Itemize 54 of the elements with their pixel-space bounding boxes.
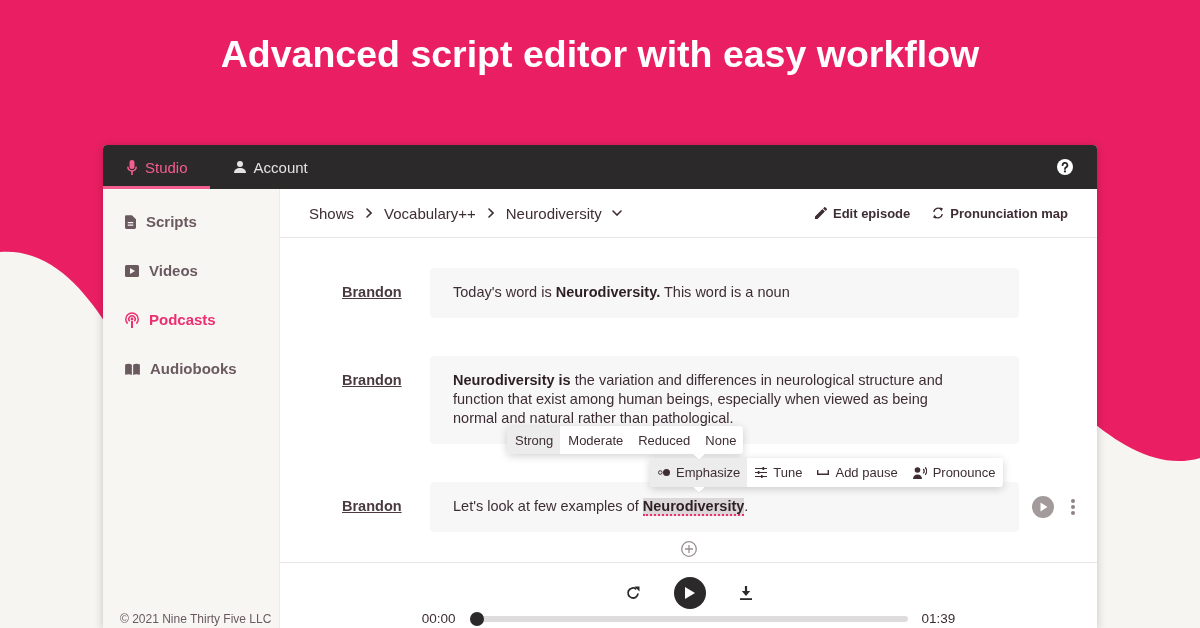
emphasis-level-option[interactable]: Reduced — [630, 426, 698, 454]
breadcrumb-link[interactable]: Vocabulary++ — [384, 204, 476, 222]
episode-action-button[interactable]: Pronunciation map — [932, 205, 1068, 221]
sidebar-item[interactable]: Audiobooks — [103, 344, 249, 393]
person-icon — [233, 161, 246, 173]
add-circle-icon[interactable] — [680, 541, 697, 557]
more-options-icon[interactable] — [1071, 499, 1075, 515]
emphasis-dots-icon — [658, 469, 670, 476]
video-icon — [125, 264, 139, 277]
script-block[interactable]: Let's look at few examples of Neurodiversity. — [430, 482, 1019, 532]
toolbar-button[interactable]: Pronounce — [904, 458, 1003, 487]
sliders-icon — [755, 467, 768, 478]
script-text[interactable]: Neurodiversity is the variation and differences in neurological structure and function that exist among human beings, especially when viewed as being normal and natural rather than pathological. — [453, 371, 964, 428]
sidebar-item[interactable]: Scripts — [103, 197, 209, 246]
script-block[interactable]: Today's word is Neurodiversity. This word is a noun — [430, 268, 1019, 318]
caret-down-icon[interactable] — [611, 210, 622, 216]
help-icon[interactable] — [1057, 159, 1073, 175]
refresh-icon[interactable] — [625, 586, 640, 600]
menu-pointer-icon — [693, 487, 705, 493]
duration: 01:39 — [921, 611, 956, 627]
nav-tab[interactable]: Account — [209, 145, 330, 189]
speaker-name[interactable]: Brandon — [342, 283, 402, 302]
episode-action-button[interactable]: Edit episode — [814, 205, 911, 221]
toolbar-button[interactable]: Add pause — [809, 458, 905, 487]
speaking-person-icon — [912, 466, 927, 479]
emphasis-level-option[interactable]: None — [697, 426, 744, 454]
script-text[interactable]: Let's look at few examples of Neurodiversity. — [453, 497, 964, 516]
pencil-icon — [814, 207, 827, 219]
speaker-name[interactable]: Brandon — [342, 497, 402, 516]
breadcrumb-link[interactable]: Shows — [309, 204, 355, 222]
breadcrumb-link[interactable]: Neurodiversity — [505, 204, 602, 222]
sidebar-item[interactable]: Videos — [103, 246, 210, 295]
copyright-text: © 2021 Nine Thirty Five LLC — [119, 612, 272, 628]
chevron-right-icon — [366, 208, 373, 218]
play-button[interactable] — [673, 577, 706, 609]
emphasis-level-option[interactable]: Strong — [507, 426, 561, 454]
emphasis-level-option[interactable]: Moderate — [560, 426, 631, 454]
play-icon — [684, 587, 695, 599]
download-icon[interactable] — [739, 586, 752, 600]
toolbar-button[interactable]: Emphasize — [650, 458, 748, 487]
open-book-icon — [125, 362, 140, 375]
chevron-right-icon — [487, 208, 494, 218]
current-time: 00:00 — [421, 611, 456, 627]
headline: Advanced script editor with easy workflow — [220, 32, 980, 77]
microphone-icon — [127, 159, 137, 175]
script-text[interactable]: Today's word is Neurodiversity. This word is a noun — [453, 283, 964, 302]
sync-icon — [932, 207, 945, 219]
toolbar-button[interactable]: Tune — [747, 458, 810, 487]
progress-thumb[interactable] — [469, 612, 484, 626]
sidebar-item[interactable]: Podcasts — [103, 295, 228, 344]
speaker-name[interactable]: Brandon — [342, 371, 402, 390]
podcast-icon — [125, 311, 139, 328]
document-icon — [125, 214, 136, 229]
space-bracket-icon — [817, 470, 830, 475]
